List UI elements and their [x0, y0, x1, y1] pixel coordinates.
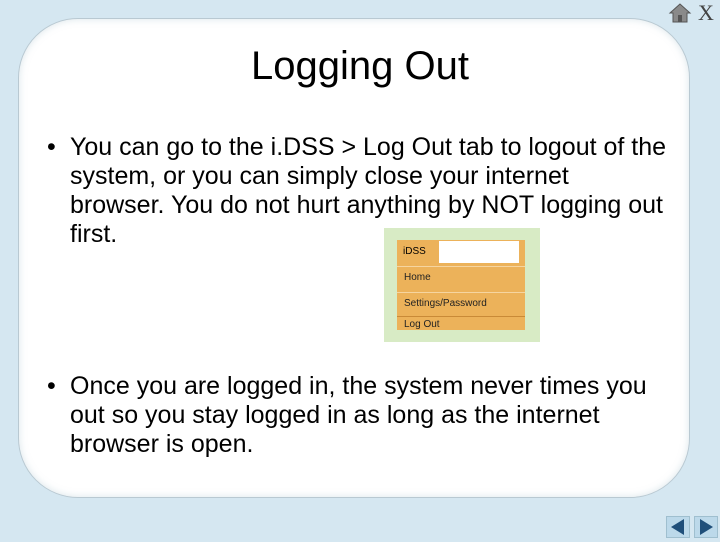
menu-screenshot: iDSS Home Settings/Password Log Out: [384, 228, 540, 342]
prev-arrow-icon: [671, 519, 684, 535]
bullet-marker: •: [47, 133, 56, 161]
home-icon: [668, 3, 692, 23]
menu-item-settings: Settings/Password: [397, 292, 525, 315]
menu-item-logout: Log Out: [397, 316, 525, 333]
slide-title: Logging Out: [251, 44, 469, 88]
menu-panel: iDSS Home Settings/Password Log Out: [397, 240, 525, 330]
bullet-marker: •: [47, 372, 56, 400]
menu-header-blank: [439, 241, 519, 263]
next-slide-button[interactable]: [694, 516, 718, 538]
previous-slide-button[interactable]: [666, 516, 690, 538]
home-button[interactable]: [668, 2, 692, 24]
menu-item-home: Home: [397, 266, 525, 289]
bullet-text: You can go to the i.DSS > Log Out tab to…: [70, 133, 667, 248]
next-arrow-icon: [700, 519, 713, 535]
menu-header: iDSS: [397, 240, 525, 264]
bullet-text: Once you are logged in, the system never…: [70, 372, 647, 458]
menu-header-label: iDSS: [397, 240, 437, 264]
close-button[interactable]: X: [698, 0, 714, 26]
